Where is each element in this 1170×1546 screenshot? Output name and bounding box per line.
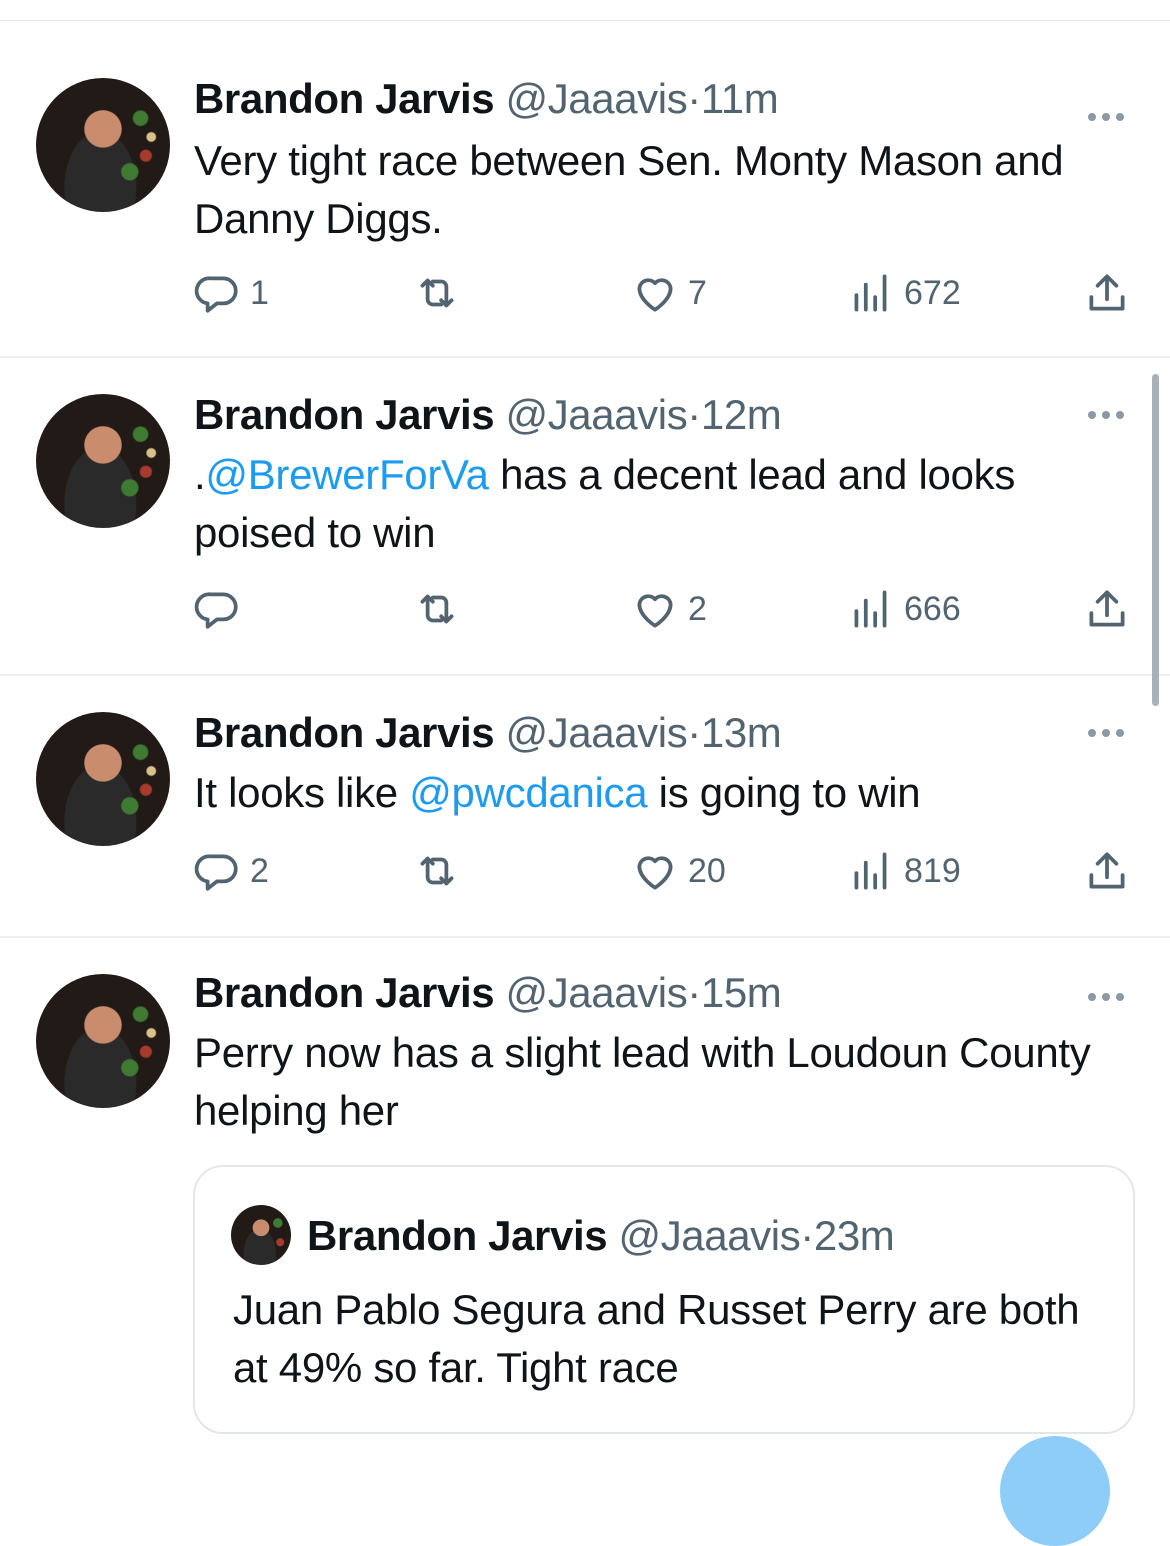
retweet-icon (420, 594, 454, 624)
tweet[interactable]: Brandon Jarvis @Jaaavis·11m Very tight r… (0, 22, 1170, 358)
author-handle[interactable]: @Jaaavis (505, 75, 687, 122)
more-icon[interactable] (1088, 406, 1132, 420)
separator-dot: · (687, 391, 701, 438)
tweet-actions: 2 666 (0, 584, 1170, 634)
compose-button[interactable] (1000, 1436, 1110, 1546)
view-count: 672 (904, 273, 961, 312)
views-button[interactable]: 666 (846, 584, 961, 634)
tweet-text: Perry now has a slight lead with Loudoun… (194, 1029, 1091, 1134)
tweet-actions: 1 7 672 (0, 268, 1170, 318)
author-handle[interactable]: @Jaaavis (505, 969, 687, 1016)
share-button[interactable] (1082, 584, 1132, 634)
author-name[interactable]: Brandon Jarvis (194, 391, 495, 438)
views-button[interactable]: 672 (846, 268, 961, 318)
share-icon (1089, 852, 1125, 889)
retweet-icon (420, 278, 454, 308)
avatar[interactable] (36, 394, 170, 528)
reply-icon (194, 276, 238, 313)
author-name[interactable]: Brandon Jarvis (194, 969, 495, 1016)
quoted-tweet-text: Juan Pablo Segura and Russet Perry are b… (233, 1286, 1080, 1391)
timestamp[interactable]: 13m (701, 709, 782, 756)
avatar[interactable] (36, 974, 170, 1108)
reply-button[interactable] (192, 584, 250, 634)
like-count: 2 (688, 589, 707, 628)
reply-button[interactable]: 1 (192, 268, 269, 318)
retweet-button[interactable] (412, 584, 470, 634)
author-handle[interactable]: @Jaaavis (505, 391, 687, 438)
reply-icon (194, 854, 238, 891)
tweet-text: It looks like @pwcdanica is going to win (194, 764, 1114, 822)
like-button[interactable]: 7 (630, 268, 707, 318)
tweet[interactable]: Brandon Jarvis @Jaaavis·12m .@BrewerForV… (0, 358, 1170, 676)
tweet-text: Very tight race between Sen. Monty Mason… (194, 137, 1064, 242)
avatar[interactable] (36, 712, 170, 846)
more-icon[interactable] (1088, 988, 1132, 1002)
tweet-header: Brandon Jarvis @Jaaavis·15m (194, 968, 782, 1018)
separator-dot: · (687, 709, 701, 756)
views-icon (854, 274, 887, 312)
timestamp[interactable]: 15m (701, 969, 782, 1016)
author-handle[interactable]: @Jaaavis (505, 709, 687, 756)
like-count: 7 (688, 273, 707, 312)
avatar[interactable] (231, 1205, 291, 1265)
reply-icon (194, 592, 238, 629)
share-button[interactable] (1082, 846, 1132, 896)
reply-count: 1 (250, 273, 269, 312)
author-name[interactable]: Brandon Jarvis (194, 75, 495, 122)
retweet-button[interactable] (412, 846, 470, 896)
heart-icon (637, 856, 673, 890)
reply-count: 2 (250, 851, 269, 890)
author-handle[interactable]: @Jaaavis (618, 1212, 800, 1259)
separator-dot: · (687, 75, 701, 122)
like-count: 20 (688, 851, 726, 890)
avatar[interactable] (36, 78, 170, 212)
more-icon[interactable] (1088, 724, 1132, 738)
view-count: 666 (904, 589, 961, 628)
timestamp[interactable]: 23m (814, 1212, 895, 1259)
tweet-header: Brandon Jarvis @Jaaavis·11m (194, 74, 779, 124)
tweet-header: Brandon Jarvis @Jaaavis·13m (194, 708, 782, 758)
share-button[interactable] (1082, 268, 1132, 318)
author-name[interactable]: Brandon Jarvis (307, 1212, 608, 1259)
tweet[interactable]: Brandon Jarvis @Jaaavis·13m It looks lik… (0, 676, 1170, 938)
reply-button[interactable]: 2 (192, 846, 269, 896)
tweet-actions: 2 20 819 (0, 846, 1170, 896)
text-prefix: . (194, 451, 206, 498)
top-divider (0, 20, 1170, 21)
heart-icon (637, 594, 673, 628)
mention-link[interactable]: @pwcdanica (409, 769, 647, 816)
separator-dot: · (687, 969, 701, 1016)
tweet-header: Brandon Jarvis @Jaaavis·12m (194, 390, 782, 440)
quoted-tweet[interactable]: Brandon Jarvis @Jaaavis·23m Juan Pablo S… (193, 1165, 1135, 1434)
author-name[interactable]: Brandon Jarvis (194, 709, 495, 756)
text-prefix: It looks like (194, 769, 410, 816)
retweet-icon (420, 856, 454, 886)
text-suffix: is going to win (647, 769, 921, 816)
tweet-text: .@BrewerForVa has a decent lead and look… (194, 446, 1114, 562)
scrollbar[interactable] (1152, 374, 1159, 706)
share-icon (1089, 590, 1125, 627)
views-icon (854, 590, 887, 628)
like-button[interactable]: 2 (630, 584, 707, 634)
separator-dot: · (800, 1212, 814, 1259)
views-button[interactable]: 819 (846, 846, 961, 896)
views-icon (854, 852, 887, 890)
retweet-button[interactable] (412, 268, 470, 318)
timestamp[interactable]: 12m (701, 391, 782, 438)
like-button[interactable]: 20 (630, 846, 726, 896)
more-icon[interactable] (1088, 108, 1132, 122)
view-count: 819 (904, 851, 961, 890)
share-icon (1089, 274, 1125, 311)
heart-icon (637, 278, 673, 312)
mention-link[interactable]: @BrewerForVa (205, 451, 489, 498)
quoted-tweet-header: Brandon Jarvis @Jaaavis·23m (307, 1211, 895, 1261)
timestamp[interactable]: 11m (701, 75, 779, 122)
